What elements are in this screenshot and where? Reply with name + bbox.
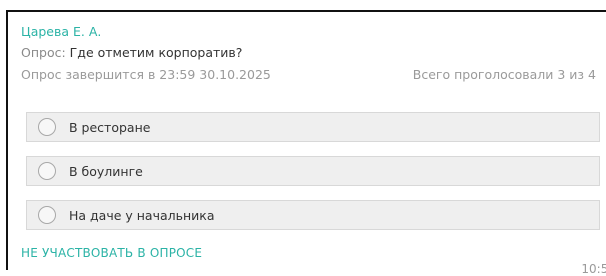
poll-deadline: Опрос завершится в 23:59 30.10.2025 <box>21 67 271 82</box>
poll-option-label: В боулинге <box>69 164 143 179</box>
poll-option-bowling[interactable]: В боулинге <box>26 156 600 186</box>
poll-total-votes: Всего проголосовали 3 из 4 <box>412 67 596 82</box>
message-timestamp: 10:54 <box>581 262 606 276</box>
poll-question-text: Где отметим корпоратив? <box>69 45 243 60</box>
poll-question: Опрос: Где отметим корпоратив? <box>21 45 242 60</box>
poll-meta: Опрос завершится в 23:59 30.10.2025 Всег… <box>21 67 596 85</box>
poll-message: Царева Е. А. Опрос: Где отметим корпорат… <box>21 24 606 276</box>
radio-button-icon[interactable] <box>38 162 56 180</box>
poll-label: Опрос: <box>21 45 66 60</box>
poll-option-label: На даче у начальника <box>69 208 215 223</box>
poll-option-dacha[interactable]: На даче у начальника <box>26 200 600 230</box>
decline-poll-link[interactable]: НЕ УЧАСТВОВАТЬ В ОПРОСЕ <box>21 246 202 260</box>
poll-option-label: В ресторане <box>69 120 151 135</box>
chat-message-frame: Царева Е. А. Опрос: Где отметим корпорат… <box>6 10 606 276</box>
radio-button-icon[interactable] <box>38 118 56 136</box>
radio-button-icon[interactable] <box>38 206 56 224</box>
message-author[interactable]: Царева Е. А. <box>21 24 101 39</box>
poll-option-restaurant[interactable]: В ресторане <box>26 112 600 142</box>
